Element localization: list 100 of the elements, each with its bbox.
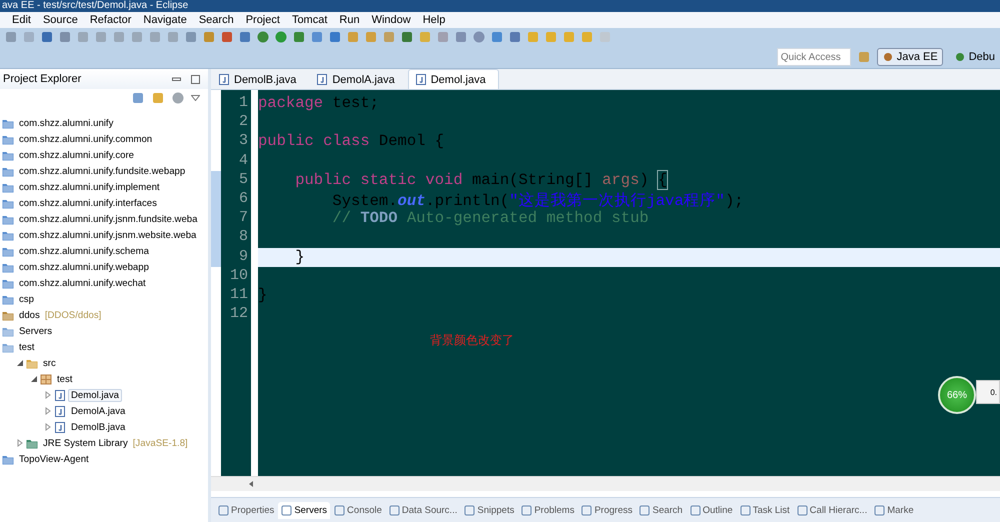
code-line: System.out.println("这是我第一次执行java程序"); [331,190,745,210]
code-line: } [258,286,268,306]
toolbar-icon[interactable] [130,30,144,44]
menu-item[interactable]: Tomcat [292,14,328,26]
expanded-arrow-icon[interactable] [16,359,24,367]
line-number: 6 [238,190,249,209]
toolbar-icon[interactable] [310,30,324,44]
toolbar-icon[interactable] [364,30,378,44]
view-tab[interactable]: Task List [736,502,793,518]
perspective-button[interactable]: Debu [948,48,1000,66]
menu-item[interactable]: Help [422,14,446,26]
scroll-left-icon[interactable] [247,480,255,488]
view-tab[interactable]: Marke [871,502,917,518]
toolbar-icon[interactable] [454,30,468,44]
menu-item[interactable]: Source [42,14,78,26]
view-tab[interactable]: Search [636,502,686,518]
tree-item[interactable]: src [40,356,59,370]
tree-item[interactable]: com.shzz.alumni.unify [16,116,116,130]
tree-item[interactable]: com.shzz.alumni.unify.implement [16,180,163,194]
view-tab[interactable]: Servers [278,502,330,518]
tree-item[interactable]: DemolA.java [68,404,128,418]
toolbar-icon[interactable] [4,30,18,44]
view-tab[interactable]: Snippets [461,502,518,518]
editor-tab[interactable]: DemolA.java [309,69,408,89]
java-file-icon [54,422,66,432]
tree-item[interactable]: com.shzz.alumni.unify.core [16,148,137,162]
toolbar-icon[interactable] [382,30,396,44]
toolbar-icon[interactable] [148,30,162,44]
window-title: ava EE - test/src/test/Demol.java - Eclipse [2,0,188,12]
view-tab[interactable]: Properties [215,502,278,518]
toolbar-icon[interactable] [202,30,216,44]
menu-item[interactable]: Edit [12,14,31,26]
tree-item[interactable]: com.shzz.alumni.unify.common [16,132,156,146]
menu-item[interactable]: Project [246,14,280,26]
tree-item[interactable]: com.shzz.alumni.unify.wechat [16,276,149,290]
menu-item[interactable]: Run [339,14,360,26]
tree-item[interactable]: JRE System Library [40,436,131,450]
toolbar-icon[interactable] [328,30,342,44]
tree-item[interactable]: ddos [16,308,43,322]
toolbar-icon[interactable] [436,30,450,44]
view-icon [464,504,476,516]
toolbar-icon[interactable] [166,30,180,44]
toolbar-icon[interactable] [400,30,414,44]
tree-item[interactable]: com.shzz.alumni.unify.jsnm.fundsite.weba [16,212,200,226]
toolbar-icon[interactable] [58,30,72,44]
toolbar-icon[interactable] [40,30,54,44]
tree-item[interactable]: TopoView-Agent [16,452,92,466]
java-file-icon [54,406,66,416]
view-tab[interactable]: Outline [686,502,736,518]
tree-item[interactable]: test [54,372,76,386]
library-icon [26,438,38,448]
toolbar-icon[interactable] [22,30,36,44]
toolbar-icon[interactable] [490,30,504,44]
tree-item[interactable]: DemolB.java [68,420,128,434]
tree-item[interactable]: com.shzz.alumni.unify.jsnm.website.weba [16,228,200,242]
toolbar-icon[interactable] [112,30,126,44]
tree-item[interactable]: Servers [16,324,56,338]
view-menu-icon[interactable] [191,95,200,101]
toolbar-icon[interactable] [184,30,198,44]
tree-item[interactable]: test [16,340,38,354]
quick-access-field[interactable]: Quick Access [776,48,851,66]
perspective-button[interactable]: Java EE [876,48,943,66]
perspective-icon [954,51,966,63]
tree-item[interactable]: com.shzz.alumni.unify.interfaces [16,196,160,210]
view-tab[interactable]: Problems [518,502,578,518]
menu-item[interactable]: Navigate [143,14,187,26]
menu-item[interactable]: Window [372,14,411,26]
collapsed-arrow-icon[interactable] [44,407,52,415]
toolbar-icon[interactable] [508,30,522,44]
toolbar-icon[interactable] [76,30,90,44]
editor-tab[interactable]: DemolB.java [211,69,310,89]
toolbar-icon[interactable] [292,30,306,44]
toolbar-icon[interactable] [472,30,486,44]
menu-item[interactable]: Search [198,14,234,26]
toolbar-icon[interactable] [94,30,108,44]
tree-item[interactable]: com.shzz.alumni.unify.schema [16,244,152,258]
tree-item[interactable]: csp [16,292,37,306]
view-tab[interactable]: Console [331,502,385,518]
collapsed-arrow-icon[interactable] [16,439,24,447]
tree-item-decoration: [JavaSE-1.8] [132,438,188,448]
editor-tab[interactable]: Demol.java [408,69,499,89]
tree-item[interactable]: com.shzz.alumni.unify.fundsite.webapp [16,164,188,178]
tree-item[interactable]: com.shzz.alumni.unify.webapp [16,260,152,274]
toolbar-icon[interactable] [346,30,360,44]
expanded-arrow-icon[interactable] [30,375,38,383]
minimize-icon[interactable] [172,74,181,84]
view-icon [796,504,808,516]
collapsed-arrow-icon[interactable] [44,423,52,431]
toolbar-icon[interactable] [238,30,252,44]
view-tab[interactable]: Call Hierarc... [794,502,870,518]
toolbar-icon[interactable] [220,30,234,44]
tree-item[interactable]: Demol.java [68,388,122,402]
maximize-icon[interactable] [191,74,200,84]
change-marker [211,248,221,267]
line-number: 5 [238,170,249,190]
collapsed-arrow-icon[interactable] [44,391,52,399]
view-tab[interactable]: Data Sourc... [386,502,460,518]
menu-item[interactable]: Refactor [90,14,132,26]
code-line: package test; [258,94,380,114]
view-tab[interactable]: Progress [578,502,636,518]
